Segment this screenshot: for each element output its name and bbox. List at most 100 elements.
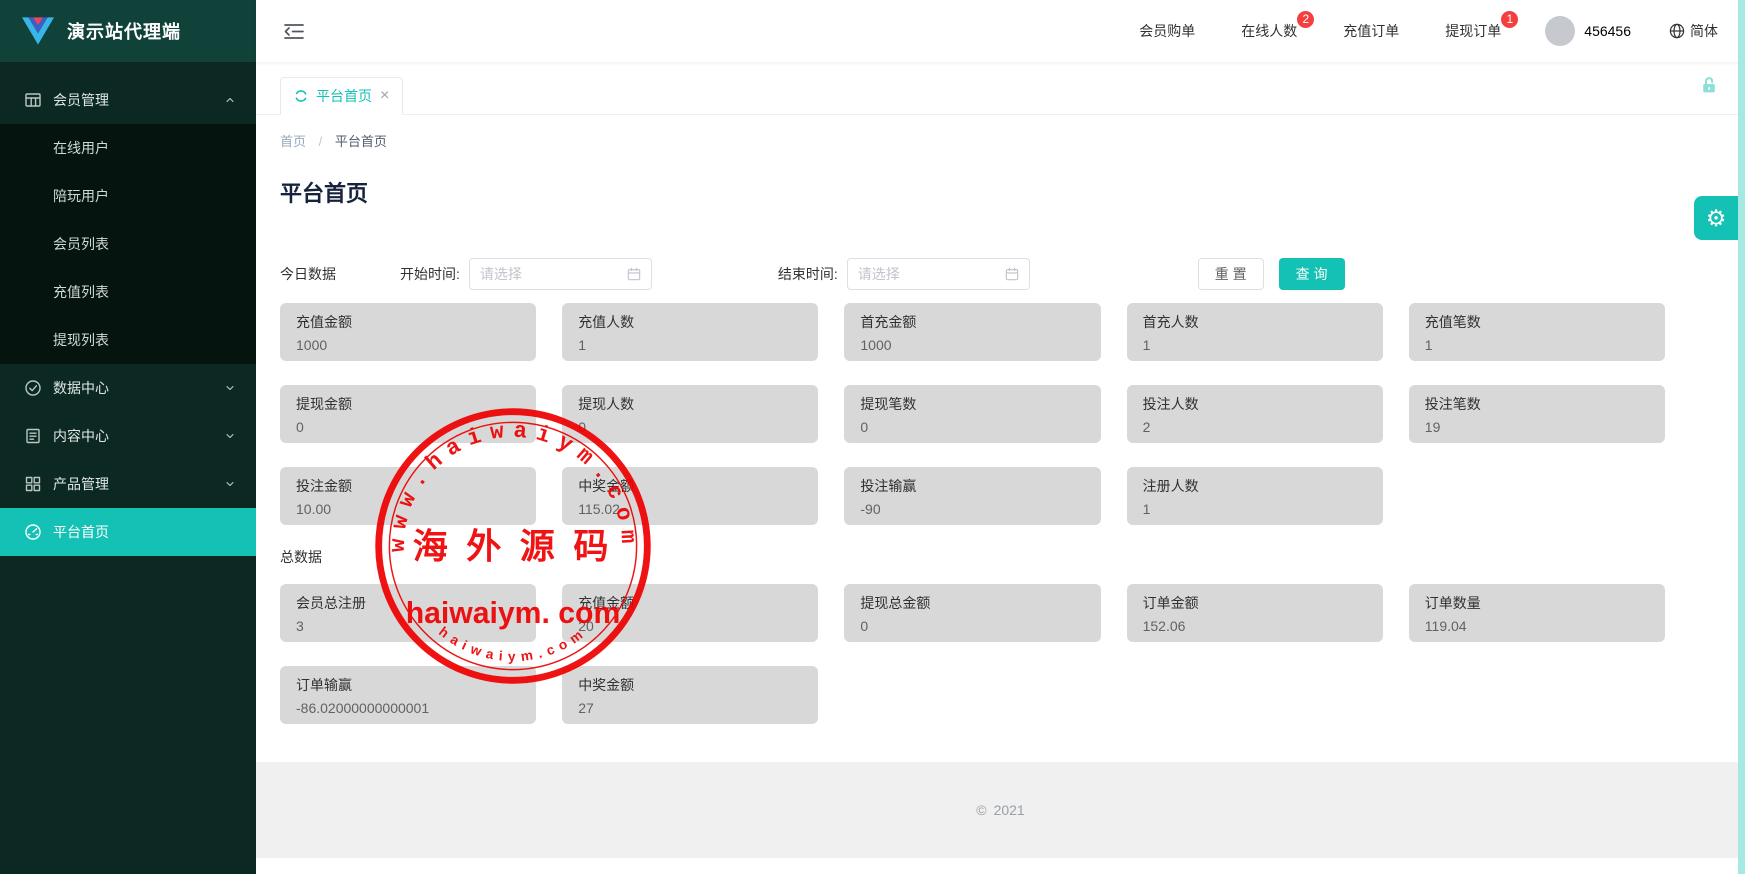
menu-fold-icon[interactable] (284, 23, 304, 40)
calendar-icon (627, 267, 641, 281)
sidebar-item-content-center[interactable]: 内容中心 (0, 412, 256, 460)
stat-card: 订单输赢 -86.02000000000001 (280, 666, 536, 724)
sidebar-item-product-management[interactable]: 产品管理 (0, 460, 256, 508)
copyright-year: 2021 (994, 802, 1025, 818)
language-label: 简体 (1690, 21, 1718, 41)
tab-close-icon[interactable]: × (380, 88, 389, 104)
user-menu[interactable]: 456456 (1545, 16, 1631, 46)
stat-label: 充值笔数 (1425, 312, 1649, 332)
sidebar-item-member-management[interactable]: 会员管理 (0, 76, 256, 124)
notification-badge: 2 (1297, 11, 1314, 28)
sidebar-subitem-withdraw-list[interactable]: 提现列表 (0, 316, 256, 364)
breadcrumb-separator: / (319, 134, 323, 149)
end-date-picker[interactable] (847, 258, 1030, 290)
stat-value: 19 (1425, 419, 1649, 435)
end-date-input[interactable] (858, 266, 1005, 282)
nav-item-member-orders[interactable]: 会员购单 (1139, 21, 1195, 41)
lock-icon[interactable] (1699, 75, 1719, 95)
stat-card: 订单数量 119.04 (1409, 584, 1665, 642)
sidebar-subitem-label: 会员列表 (53, 234, 109, 254)
settings-gear-button[interactable]: ⚙ (1694, 196, 1738, 240)
sidebar-item-label: 内容中心 (53, 426, 109, 446)
total-section-label: 总数据 (280, 547, 1721, 567)
start-date-picker[interactable] (469, 258, 652, 290)
end-time-label: 结束时间: (778, 264, 838, 284)
stat-value: -90 (860, 501, 1084, 517)
language-switch[interactable]: 简体 (1669, 21, 1718, 41)
stat-value: 0 (860, 419, 1084, 435)
sidebar-subitem-label: 陪玩用户 (53, 186, 109, 206)
app-title: 演示站代理端 (67, 18, 181, 44)
nav-item-recharge-orders[interactable]: 充值订单 (1343, 21, 1399, 41)
stat-label: 会员总注册 (296, 593, 520, 613)
nav-item-label: 提现订单 (1445, 23, 1501, 39)
page-title: 平台首页 (280, 176, 1721, 208)
tab-platform-home[interactable]: 平台首页 × (280, 77, 403, 115)
top-header: 会员购单 在线人数2 充值订单 提现订单1 456456 简体 (256, 0, 1745, 62)
sidebar-subitem-member-list[interactable]: 会员列表 (0, 220, 256, 268)
app-logo: 演示站代理端 (0, 0, 256, 62)
sidebar-item-platform-home[interactable]: 平台首页 (0, 508, 256, 556)
sidebar-subitem-companion-users[interactable]: 陪玩用户 (0, 172, 256, 220)
stat-label: 投注输赢 (860, 476, 1084, 496)
stat-value: 1 (1425, 337, 1649, 353)
stat-label: 订单输赢 (296, 675, 520, 695)
stat-label: 充值金额 (578, 593, 802, 613)
refresh-icon[interactable] (294, 89, 308, 103)
avatar (1545, 16, 1575, 46)
stat-value: 3 (296, 618, 520, 634)
stat-label: 订单金额 (1143, 593, 1367, 613)
table-icon (24, 91, 42, 109)
sidebar-subitem-recharge-list[interactable]: 充值列表 (0, 268, 256, 316)
stat-value: 0 (296, 419, 520, 435)
chevron-down-icon (224, 382, 236, 394)
breadcrumb-home[interactable]: 首页 (280, 134, 306, 149)
nav-item-online-count[interactable]: 在线人数2 (1241, 21, 1297, 41)
scrollbar[interactable] (1738, 0, 1745, 874)
stat-value: 119.04 (1425, 618, 1649, 634)
reset-button[interactable]: 重 置 (1198, 258, 1264, 290)
stat-card: 订单金额 152.06 (1127, 584, 1383, 642)
stat-value: 27 (578, 700, 802, 716)
username: 456456 (1584, 23, 1631, 39)
stat-label: 投注人数 (1143, 394, 1367, 414)
stat-value: 20 (578, 618, 802, 634)
stat-card: 中奖金额 27 (562, 666, 818, 724)
stat-card: 首充人数 1 (1127, 303, 1383, 361)
stat-value: 152.06 (1143, 618, 1367, 634)
stat-label: 提现笔数 (860, 394, 1084, 414)
stat-label: 投注金额 (296, 476, 520, 496)
bottom-strip (256, 858, 1745, 874)
stat-value: 1 (578, 337, 802, 353)
stat-value: -86.02000000000001 (296, 700, 520, 716)
tab-bar: 平台首页 × (256, 62, 1745, 115)
stat-card: 投注人数 2 (1127, 385, 1383, 443)
sidebar-subitem-label: 在线用户 (53, 138, 109, 158)
start-date-input[interactable] (480, 266, 627, 282)
query-button[interactable]: 查 询 (1279, 258, 1345, 290)
filter-row: 今日数据 开始时间: 结束时间: (280, 258, 1721, 290)
logo-icon (22, 17, 54, 45)
stat-card: 提现金额 0 (280, 385, 536, 443)
stat-value: 1000 (860, 337, 1084, 353)
globe-icon (1669, 23, 1685, 39)
total-stats-grid: 会员总注册 3 充值金额 20 提现总金额 0 订单金额 152.06 订单数量 119… (280, 584, 1665, 724)
breadcrumb: 首页 / 平台首页 (280, 131, 1721, 150)
stat-label: 提现总金额 (860, 593, 1084, 613)
stat-card: 提现总金额 0 (844, 584, 1100, 642)
stat-value: 0 (578, 419, 802, 435)
nav-item-label: 在线人数 (1241, 23, 1297, 39)
stat-label: 注册人数 (1143, 476, 1367, 496)
today-section-label: 今日数据 (280, 264, 336, 284)
stat-label: 提现金额 (296, 394, 520, 414)
stat-label: 投注笔数 (1425, 394, 1649, 414)
main-area: 会员购单在线人数2充值订单提现订单1 456456 简体 平台首页 × (256, 0, 1745, 874)
breadcrumb-current: 平台首页 (335, 134, 387, 149)
stat-label: 首充金额 (860, 312, 1084, 332)
stat-card: 充值金额 1000 (280, 303, 536, 361)
sidebar-subitem-online-users[interactable]: 在线用户 (0, 124, 256, 172)
sidebar-item-data-center[interactable]: 数据中心 (0, 364, 256, 412)
stat-value: 1 (1143, 337, 1367, 353)
nav-item-withdraw-orders[interactable]: 提现订单1 (1445, 21, 1501, 41)
nav-item-label: 充值订单 (1343, 23, 1399, 39)
